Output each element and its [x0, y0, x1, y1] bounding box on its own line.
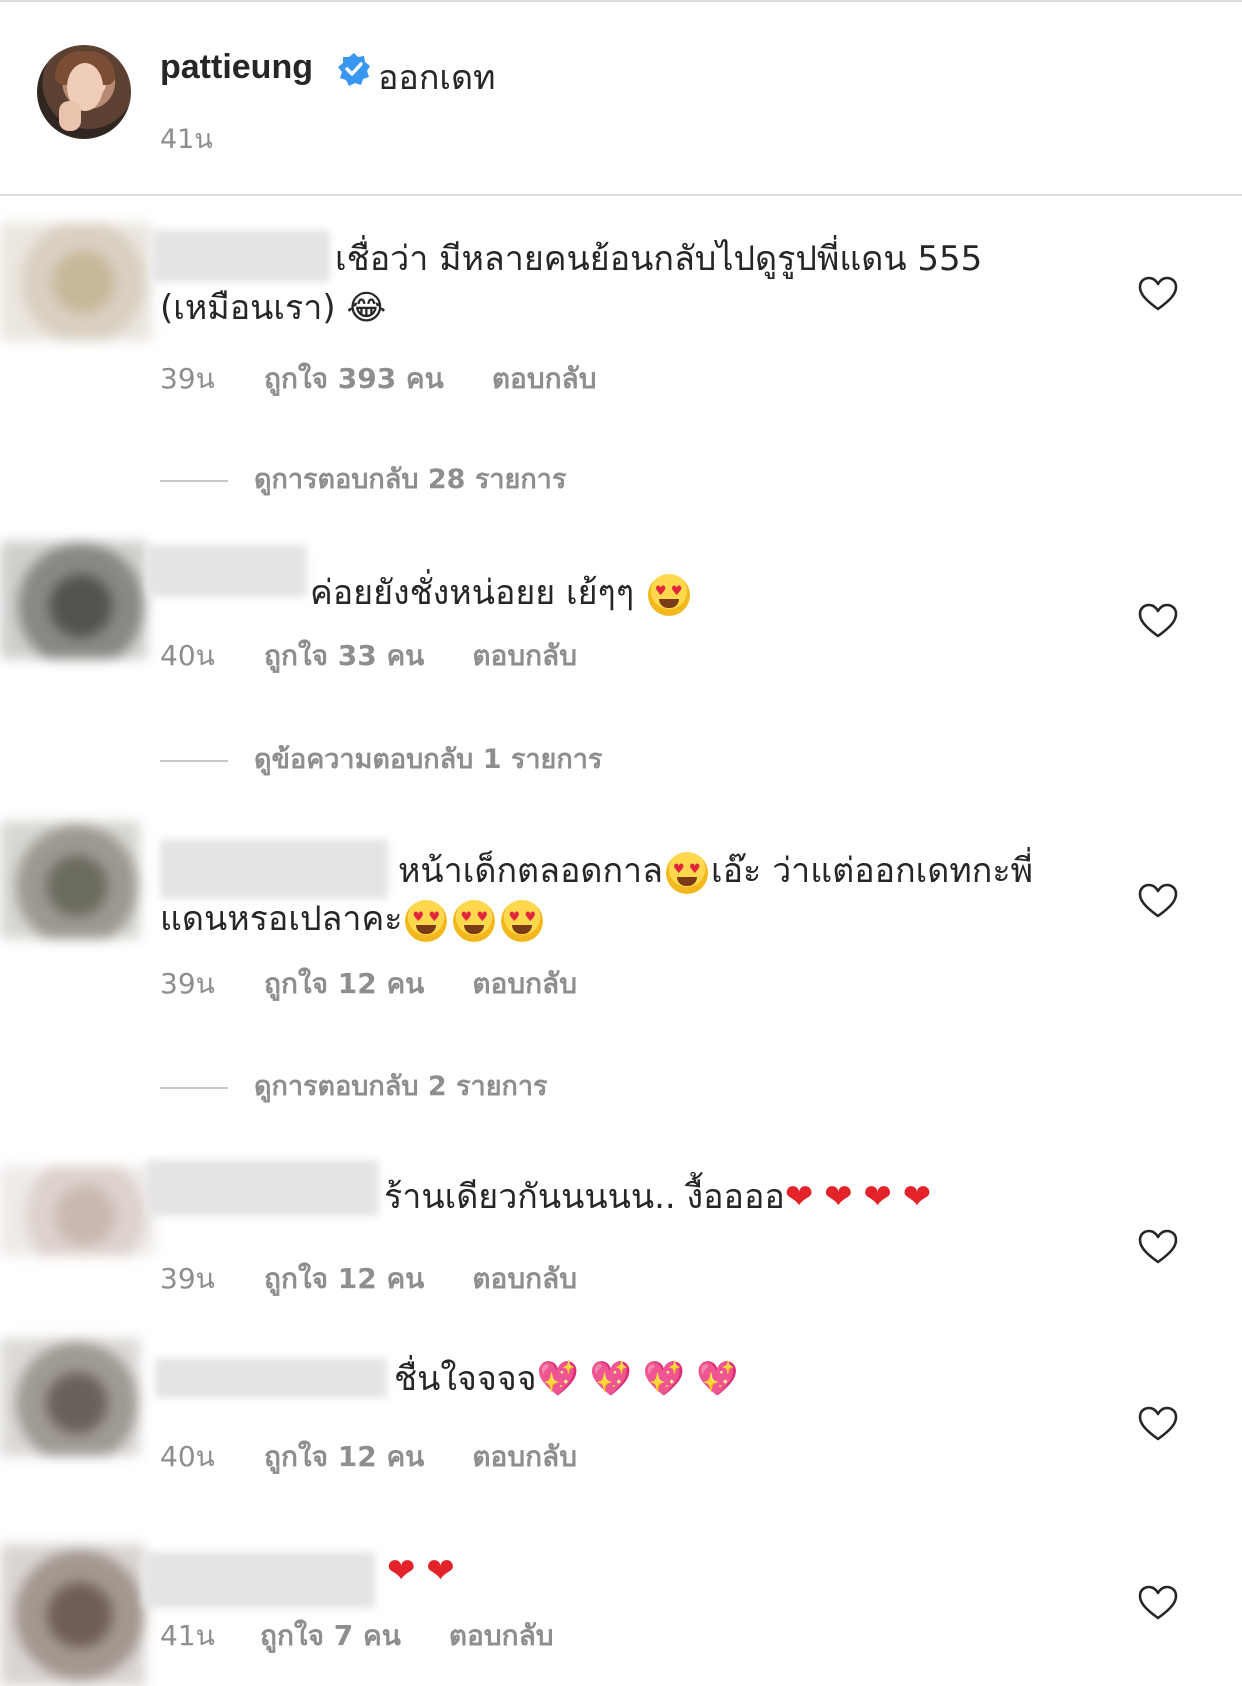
comment-text: ชื่นใจจจจ💖 💖 💖 💖 [394, 1355, 738, 1403]
commenter-avatar[interactable] [0, 541, 147, 659]
reply-button[interactable]: ตอบกลับ [492, 357, 597, 401]
red-heart-emoji: ❤ [852, 1177, 892, 1217]
tears-of-joy-emoji: 😂 [346, 288, 387, 328]
heart-outline-icon[interactable] [1138, 1229, 1178, 1265]
comment-meta: 39น ถูกใจ 393 คน ตอบกลับ [160, 357, 596, 401]
heart-eyes-emoji: ♥ ♥ [405, 899, 448, 942]
red-heart-emoji: ❤ [891, 1177, 932, 1217]
commenter-avatar[interactable] [0, 223, 152, 341]
view-replies-label: ดูการตอบกลับ 28 รายการ [254, 464, 567, 495]
reply-button[interactable]: ตอบกลับ [472, 962, 577, 1006]
sparkling-heart-emoji: 💖 [685, 1359, 739, 1399]
comment-text-line: ร้านเดียวกันนนนน.. งื้ออออ [384, 1177, 785, 1217]
comment-meta: 40น ถูกใจ 12 คน ตอบกลับ [160, 1435, 577, 1479]
heart-eyes-emoji: ♥ ♥ [453, 899, 496, 942]
heart-eyes-emoji: ♥ ♥ [501, 899, 544, 942]
comment-meta: 39น ถูกใจ 12 คน ตอบกลับ [160, 1257, 577, 1301]
red-heart-emoji: ❤ [387, 1551, 416, 1591]
comment-text-line: เชื่อว่า มีหลายคนย้อนกลับไปดูรูปพี่แดน 5… [335, 239, 983, 279]
comment-timestamp: 40น [160, 1440, 215, 1473]
commenter-avatar[interactable] [0, 821, 140, 939]
comment-likes-count[interactable]: ถูกใจ 12 คน [264, 1257, 424, 1301]
view-replies-button[interactable]: ดูข้อความตอบกลับ 1 รายการ [160, 737, 602, 780]
comment-timestamp: 41น [160, 1619, 215, 1652]
reply-button[interactable]: ตอบกลับ [449, 1614, 554, 1658]
reply-button[interactable]: ตอบกลับ [472, 634, 577, 678]
comment-timestamp: 39น [160, 967, 215, 1000]
post-timestamp: 41น [160, 124, 213, 155]
header-divider [0, 194, 1242, 196]
post-author-username[interactable]: pattieung [160, 48, 313, 87]
view-replies-button[interactable]: ดูการตอบกลับ 2 รายการ [160, 1064, 548, 1107]
replies-divider-line [160, 479, 228, 482]
heart-outline-icon[interactable] [1138, 1585, 1178, 1621]
comment-text: ❤ ❤ [387, 1547, 455, 1595]
post-author-avatar[interactable] [37, 45, 131, 139]
sparkling-heart-emoji: 💖 [632, 1359, 686, 1399]
view-replies-label: ดูข้อความตอบกลับ 1 รายการ [254, 744, 603, 775]
comment-text: ค่อยยังชั่งหน่อยย เย้ๆๆ ♥ ♥ [310, 569, 693, 617]
comment-timestamp: 39น [160, 1262, 215, 1295]
commenter-avatar[interactable] [0, 1166, 155, 1256]
comment-text-line: ชื่นใจจจจ [394, 1359, 537, 1399]
comment-likes-count[interactable]: ถูกใจ 393 คน [264, 357, 444, 401]
post-header: pattieung ออกเดท 41น [0, 0, 1242, 195]
commenter-avatar[interactable] [0, 1544, 145, 1686]
comment-timestamp: 40น [160, 639, 215, 672]
commenter-username-blurred[interactable] [147, 545, 307, 597]
comment-likes-count[interactable]: ถูกใจ 12 คน [264, 1435, 424, 1479]
red-heart-emoji: ❤ [813, 1177, 853, 1217]
verified-badge-icon [338, 53, 370, 86]
heart-outline-icon[interactable] [1138, 276, 1178, 312]
comment-likes-count[interactable]: ถูกใจ 12 คน [264, 962, 424, 1006]
heart-outline-icon[interactable] [1138, 1406, 1178, 1442]
heart-eyes-emoji: ♥ ♥ [665, 851, 708, 894]
comment-text-line: หน้าเด็กตลอดกาล [398, 851, 663, 891]
commenter-username-blurred[interactable] [143, 1552, 375, 1608]
comment-text-line: (เหมือนเรา) [160, 288, 336, 328]
comment-text: แดนหรอเปลาคะ ♥ ♥ ♥ ♥ ♥ ♥ [160, 895, 546, 943]
commenter-username-blurred[interactable] [155, 1358, 387, 1398]
replies-divider-line [160, 1086, 228, 1089]
commenter-username-blurred[interactable] [152, 230, 330, 282]
comment-likes-count[interactable]: ถูกใจ 7 คน [260, 1614, 401, 1658]
comment-text: (เหมือนเรา) 😂 [160, 284, 386, 332]
view-replies-label: ดูการตอบกลับ 2 รายการ [254, 1071, 548, 1102]
replies-divider-line [160, 759, 228, 762]
reply-button[interactable]: ตอบกลับ [472, 1257, 577, 1301]
comment-text: หน้าเด็กตลอดกาล ♥ ♥ เอ๊ะ ว่าแต่ออกเดทกะพี่ [398, 847, 1033, 895]
comment-text: ร้านเดียวกันนนนน.. งื้ออออ❤ ❤ ❤ ❤ [384, 1173, 931, 1221]
heart-eyes-emoji: ♥ ♥ [647, 573, 690, 616]
heart-outline-icon[interactable] [1138, 603, 1178, 639]
commenter-username-blurred[interactable] [160, 839, 388, 899]
red-heart-emoji: ❤ [784, 1177, 814, 1217]
commenter-avatar[interactable] [0, 1338, 140, 1456]
view-replies-button[interactable]: ดูการตอบกลับ 28 รายการ [160, 457, 566, 500]
comment-text: เชื่อว่า มีหลายคนย้อนกลับไปดูรูปพี่แดน 5… [335, 235, 1055, 283]
post-caption: ออกเดท [378, 58, 496, 98]
comment-likes-count[interactable]: ถูกใจ 33 คน [264, 634, 424, 678]
comment-meta: 41น ถูกใจ 7 คน ตอบกลับ [160, 1614, 554, 1658]
heart-outline-icon[interactable] [1138, 883, 1178, 919]
sparkling-heart-emoji: 💖 [536, 1359, 579, 1399]
reply-button[interactable]: ตอบกลับ [472, 1435, 577, 1479]
comment-meta: 40น ถูกใจ 33 คน ตอบกลับ [160, 634, 577, 678]
red-heart-emoji: ❤ [415, 1551, 455, 1591]
sparkling-heart-emoji: 💖 [578, 1359, 633, 1399]
comment-text-line: เอ๊ะ ว่าแต่ออกเดทกะพี่ [710, 851, 1034, 891]
comment-meta: 39น ถูกใจ 12 คน ตอบกลับ [160, 962, 577, 1006]
comment-text-line: ค่อยยังชั่งหน่อยย เย้ๆๆ [310, 573, 635, 613]
comment-text-line: แดนหรอเปลาคะ [160, 899, 403, 939]
commenter-username-blurred[interactable] [147, 1160, 379, 1216]
comment-timestamp: 39น [160, 362, 215, 395]
